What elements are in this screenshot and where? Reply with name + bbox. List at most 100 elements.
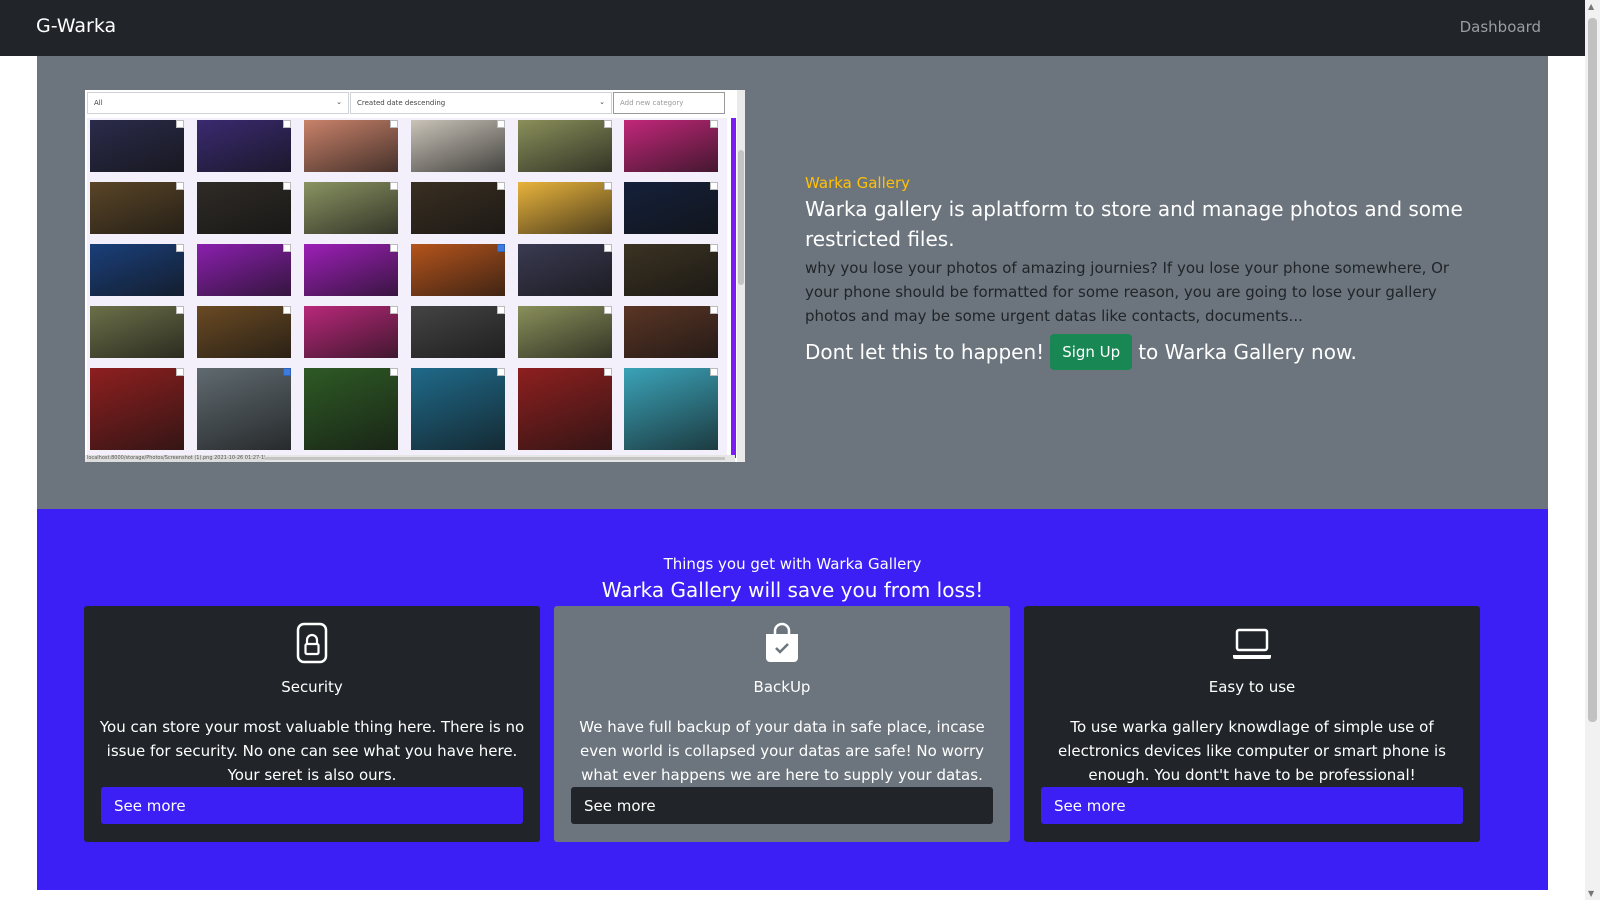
gallery-thumbnail bbox=[197, 368, 291, 450]
hero-lead: Warka gallery is aplatform to store and … bbox=[805, 197, 1463, 251]
feature-text: To use warka gallery knowdlage of simple… bbox=[1058, 718, 1446, 784]
thumbnail-checkbox bbox=[176, 368, 184, 376]
see-more-button[interactable]: See more bbox=[571, 787, 993, 824]
thumbnail-checkbox bbox=[604, 306, 612, 314]
gallery-thumbnail bbox=[304, 368, 398, 450]
gallery-thumbnail bbox=[90, 120, 184, 172]
filter-select-preview: All ⌄ bbox=[87, 92, 349, 114]
gallery-thumbnail bbox=[624, 244, 718, 296]
sort-select-preview: Created date descending ⌄ bbox=[350, 92, 612, 114]
thumbnail-checkbox bbox=[497, 120, 505, 128]
thumbnail-checkbox bbox=[283, 244, 291, 252]
hero-text: Warka Gallery Warka gallery is aplatform… bbox=[805, 174, 1485, 370]
dashboard-link[interactable]: Dashboard bbox=[1460, 18, 1541, 36]
lock-icon bbox=[84, 622, 540, 668]
thumbnail-checkbox bbox=[176, 244, 184, 252]
feature-card-security: Security You can store your most valuabl… bbox=[84, 606, 540, 842]
thumbnail-checkbox bbox=[497, 182, 505, 190]
cta-before-text: Dont let this to happen! bbox=[805, 340, 1045, 364]
gallery-thumbnail bbox=[411, 368, 505, 450]
scrollbar-thumb[interactable] bbox=[1588, 18, 1597, 722]
thumbnail-checkbox bbox=[390, 120, 398, 128]
feature-card-backup: BackUp We have full backup of your data … bbox=[554, 606, 1010, 842]
gallery-thumbnail bbox=[90, 244, 184, 296]
gallery-thumbnail bbox=[197, 306, 291, 358]
cta-after-text: to Warka Gallery now. bbox=[1138, 340, 1357, 364]
gallery-thumbnail bbox=[304, 306, 398, 358]
signup-button[interactable]: Sign Up bbox=[1050, 334, 1133, 370]
thumbnail-checkbox bbox=[604, 368, 612, 376]
thumbnail-checkbox bbox=[283, 368, 291, 376]
thumbnail-checkbox bbox=[604, 120, 612, 128]
page-scrollbar[interactable]: ▲ ▼ bbox=[1585, 0, 1600, 900]
feature-title: Easy to use bbox=[1208, 678, 1296, 696]
status-path: localhost:8000/storage/Photos/Screenshot… bbox=[87, 455, 265, 462]
thumbnail-checkbox bbox=[604, 244, 612, 252]
feature-text: You can store your most valuable thing h… bbox=[99, 718, 525, 784]
thumbnail-checkbox bbox=[390, 244, 398, 252]
thumbnail-checkbox bbox=[390, 182, 398, 190]
gallery-thumbnail bbox=[518, 368, 612, 450]
hero-cta: Dont let this to happen! Sign Up to Wark… bbox=[805, 334, 1485, 370]
gallery-thumbnail bbox=[197, 244, 291, 296]
hero-section: All ⌄ Created date descending ⌄ Add new … bbox=[37, 56, 1548, 509]
gallery-thumbnail bbox=[411, 306, 505, 358]
gallery-thumbnail bbox=[624, 182, 718, 234]
selection-bar bbox=[731, 118, 736, 458]
feature-card-easy-to-use: Easy to use To use warka gallery knowdla… bbox=[1024, 606, 1480, 842]
gallery-thumbnail bbox=[411, 120, 505, 172]
gallery-thumbnail bbox=[518, 306, 612, 358]
gallery-thumbnail bbox=[624, 120, 718, 172]
thumbnail-checkbox bbox=[283, 120, 291, 128]
gallery-thumbnail bbox=[197, 120, 291, 172]
brand-logo[interactable]: G-Warka bbox=[36, 15, 116, 37]
thumbnail-checkbox bbox=[710, 306, 718, 314]
gallery-thumbnail bbox=[624, 306, 718, 358]
gallery-thumbnail bbox=[304, 120, 398, 172]
gallery-thumbnail bbox=[411, 182, 505, 234]
scroll-up-arrow-icon[interactable]: ▲ bbox=[1588, 2, 1594, 11]
thumbnail-checkbox bbox=[604, 182, 612, 190]
gallery-thumbnail bbox=[90, 306, 184, 358]
thumbnail-checkbox bbox=[710, 120, 718, 128]
gallery-thumbnail bbox=[197, 182, 291, 234]
thumbnail-checkbox bbox=[176, 306, 184, 314]
gallery-thumbnail bbox=[304, 182, 398, 234]
filter-select-value: All bbox=[94, 99, 103, 107]
gallery-thumbnail bbox=[624, 368, 718, 450]
see-more-button[interactable]: See more bbox=[101, 787, 523, 824]
thumbnail-checkbox bbox=[176, 120, 184, 128]
thumbnail-checkbox bbox=[390, 306, 398, 314]
see-more-button[interactable]: See more bbox=[1041, 787, 1463, 824]
chevron-down-icon: ⌄ bbox=[336, 98, 342, 106]
features-title: Warka Gallery will save you from loss! bbox=[601, 578, 984, 602]
thumbnail-checkbox bbox=[176, 182, 184, 190]
gallery-thumbnail bbox=[90, 182, 184, 234]
gallery-thumbnail bbox=[518, 244, 612, 296]
thumbnail-grid bbox=[87, 118, 727, 458]
thumbnail-checkbox bbox=[283, 182, 291, 190]
hero-kicker: Warka Gallery bbox=[805, 174, 911, 192]
thumbnail-checkbox bbox=[497, 368, 505, 376]
gallery-screenshot-image: All ⌄ Created date descending ⌄ Add new … bbox=[85, 90, 745, 462]
screenshot-scrollbar bbox=[737, 90, 745, 462]
thumbnail-checkbox bbox=[390, 368, 398, 376]
bag-check-icon bbox=[554, 622, 1010, 668]
category-input-placeholder: Add new category bbox=[620, 99, 684, 107]
feature-title: Security bbox=[281, 678, 343, 696]
thumbnail-checkbox bbox=[710, 244, 718, 252]
gallery-thumbnail bbox=[518, 120, 612, 172]
feature-text: We have full backup of your data in safe… bbox=[579, 718, 985, 784]
thumbnail-checkbox bbox=[710, 182, 718, 190]
features-section: Things you get with Warka Gallery Warka … bbox=[37, 509, 1548, 890]
gallery-thumbnail bbox=[411, 244, 505, 296]
thumbnail-checkbox bbox=[710, 368, 718, 376]
thumbnail-checkbox bbox=[497, 244, 505, 252]
thumbnail-checkbox bbox=[497, 306, 505, 314]
scroll-down-arrow-icon[interactable]: ▼ bbox=[1588, 889, 1594, 898]
status-bar: localhost:8000/storage/Photos/Screenshot… bbox=[85, 455, 735, 462]
sort-select-value: Created date descending bbox=[357, 99, 446, 107]
gallery-thumbnail bbox=[304, 244, 398, 296]
category-input-preview: Add new category bbox=[613, 92, 725, 114]
chevron-down-icon: ⌄ bbox=[599, 98, 605, 106]
